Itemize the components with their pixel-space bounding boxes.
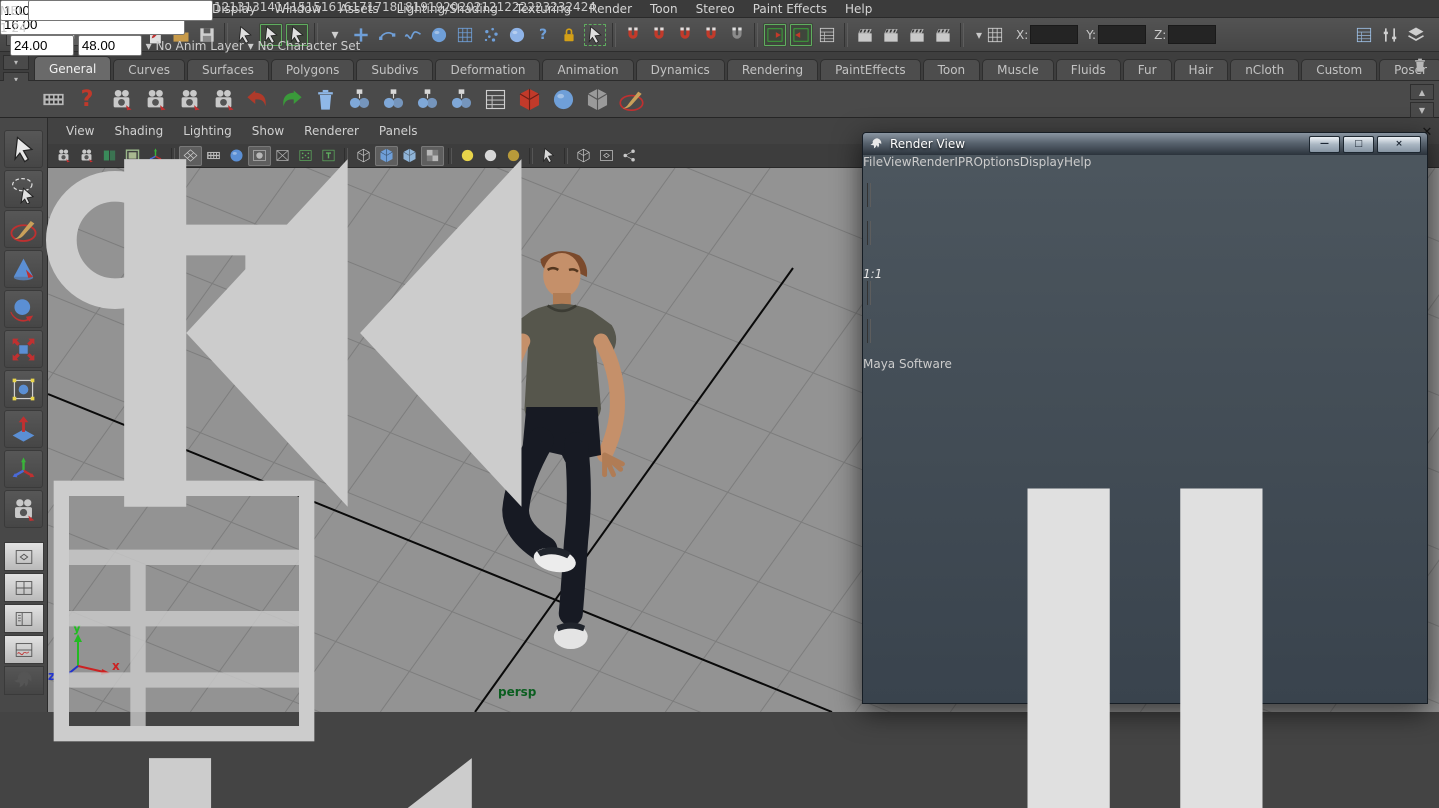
zoom-one-to-one-icon[interactable]: 1:1 [863, 245, 882, 281]
anim-layer-selector[interactable]: No Anim Layer [156, 39, 244, 53]
range-end-label: 24 [11, 21, 26, 35]
character-set-selector[interactable]: No Character Set [257, 39, 360, 53]
history-group [762, 23, 840, 47]
render-settings-icon[interactable] [931, 23, 955, 47]
rv-menu-file[interactable]: File [863, 155, 883, 169]
menu-stereo[interactable]: Stereo [687, 1, 744, 17]
rv-menu-display[interactable]: Display [1020, 155, 1064, 169]
shelf-tab-hair[interactable]: Hair [1174, 59, 1229, 80]
shelf-tab-ncloth[interactable]: nCloth [1230, 59, 1299, 80]
shelf-tab-custom[interactable]: Custom [1301, 59, 1377, 80]
snap-to-points-icon[interactable] [673, 23, 697, 47]
y-input[interactable] [1098, 25, 1146, 44]
z-input[interactable] [1168, 25, 1216, 44]
shelf-tab-dynamics[interactable]: Dynamics [636, 59, 725, 80]
render-view-titlebar[interactable]: Render View —□× [863, 133, 1427, 155]
tool-settings-icon[interactable] [1378, 23, 1402, 47]
pivot-icon[interactable] [983, 23, 1007, 47]
rv-menu-options[interactable]: Options [973, 155, 1019, 169]
menu-paint-effects[interactable]: Paint Effects [744, 1, 836, 17]
command-line-row: MEL [0, 0, 213, 21]
render-current-frame-icon[interactable] [879, 23, 903, 47]
menu-toon[interactable]: Toon [641, 1, 687, 17]
timeline-frame-cell[interactable]: 1818 [382, 0, 413, 14]
timeline-frame-cell[interactable]: 1919 [413, 0, 444, 14]
sidebar-toggles [1351, 23, 1429, 47]
shelf-tab-painteffects[interactable]: PaintEffects [820, 59, 920, 80]
maya-application-window: FileEditModifyCreateDisplayWindowAssetsL… [0, 0, 1439, 808]
window-title: Render View [890, 137, 1306, 151]
open-render-view-icon[interactable] [853, 23, 877, 47]
command-line-label[interactable]: MEL [0, 4, 25, 18]
shelf-scroll-up-icon[interactable]: ▲ [1410, 84, 1434, 100]
snap-to-grids-icon[interactable] [621, 23, 645, 47]
channel-box-icon[interactable] [1352, 23, 1376, 47]
toolbar-separator [612, 23, 616, 47]
toolbar-separator [960, 23, 964, 47]
paint-brush-icon[interactable] [614, 83, 648, 115]
rv-menu-view[interactable]: View [883, 155, 911, 169]
shelf-tab-muscle[interactable]: Muscle [982, 59, 1054, 80]
minimize-button[interactable]: — [1309, 136, 1340, 153]
attribute-editor-icon[interactable] [1404, 23, 1428, 47]
rv-menu-render[interactable]: Render [912, 155, 955, 169]
render-view-menubar: FileViewRenderIPROptionsDisplayHelp [863, 155, 1427, 169]
menu-help[interactable]: Help [836, 1, 881, 17]
set-key-icon[interactable] [0, 413, 368, 427]
range-slider-row: 1 24 ▾ No Anim Layer ▾ No Character Set [0, 0, 368, 798]
render-view-toolbar: 1:1 Maya Software IPR: 0MB [863, 169, 1427, 808]
shelf-tab-fur[interactable]: Fur [1123, 59, 1172, 80]
anim-layer-menu-icon[interactable]: ▾ [248, 39, 254, 53]
auto-keyframe-icon[interactable] [0, 784, 368, 798]
toolbar-separator [754, 23, 758, 47]
y-field-label: Y: [1086, 28, 1096, 42]
playback-options-menu-icon[interactable]: ▾ [146, 39, 152, 53]
render-view-window[interactable]: Render View —□× FileViewRenderIPROptions… [862, 132, 1428, 704]
make-live-icon[interactable] [725, 23, 749, 47]
playback-end-field[interactable] [10, 35, 74, 56]
timeline-frame-cell[interactable]: 2323 [535, 0, 566, 14]
renderer-selector[interactable]: Maya Software [863, 357, 952, 371]
construction-history-icon[interactable] [815, 23, 839, 47]
render-group [852, 23, 956, 47]
rv-menu-help[interactable]: Help [1064, 155, 1091, 169]
z-field-label: Z: [1154, 28, 1166, 42]
x-input[interactable] [1030, 25, 1078, 44]
animation-end-field[interactable] [78, 35, 142, 56]
timeline-frame-cell[interactable]: 2020 [443, 0, 474, 14]
timeline-frame-cell[interactable]: 2121 [474, 0, 505, 14]
shelf-scroll-down-icon[interactable]: ▼ [1410, 102, 1434, 118]
output-connections-icon[interactable] [789, 23, 813, 47]
shelf-tab-toon[interactable]: Toon [923, 59, 981, 80]
snap-to-view-planes-icon[interactable] [699, 23, 723, 47]
snap-group [620, 23, 750, 47]
timeline-frame-cell[interactable]: 2222 [504, 0, 535, 14]
render-view-body: FileViewRenderIPROptionsDisplayHelp 1:1 … [863, 155, 1427, 808]
range-start-label: 1 [0, 21, 8, 35]
x-field-label: X: [1016, 28, 1028, 42]
ipr-render-icon[interactable] [905, 23, 929, 47]
connections-icon[interactable] [618, 146, 641, 166]
close-button[interactable]: × [1377, 136, 1421, 153]
maya-icon [869, 137, 884, 152]
shelf-tab-rendering[interactable]: Rendering [727, 59, 818, 80]
snap-to-curves-icon[interactable] [647, 23, 671, 47]
field-mode-menu-icon[interactable]: ▾ [976, 28, 982, 42]
mel-command-input[interactable] [28, 0, 213, 21]
playback-range-bar[interactable]: 1 24 [0, 21, 368, 35]
shelf-scroll-buttons: ▲ ▼ [1410, 84, 1434, 118]
input-connections-icon[interactable] [763, 23, 787, 47]
shelf-tab-fluids[interactable]: Fluids [1056, 59, 1121, 80]
window-buttons: —□× [1306, 136, 1421, 153]
toolbar-separator [844, 23, 848, 47]
maximize-button[interactable]: □ [1343, 136, 1374, 153]
rv-menu-ipr[interactable]: IPR [954, 155, 973, 169]
timeline-frame-cell[interactable]: 2424 [565, 0, 596, 14]
transform-entry: ▾ X: Y: Z: [976, 23, 1216, 47]
frame-view-icon[interactable] [595, 146, 618, 166]
range-slider-track[interactable]: 1 24 [0, 21, 368, 35]
shelf-trash-icon[interactable] [1411, 56, 1431, 76]
